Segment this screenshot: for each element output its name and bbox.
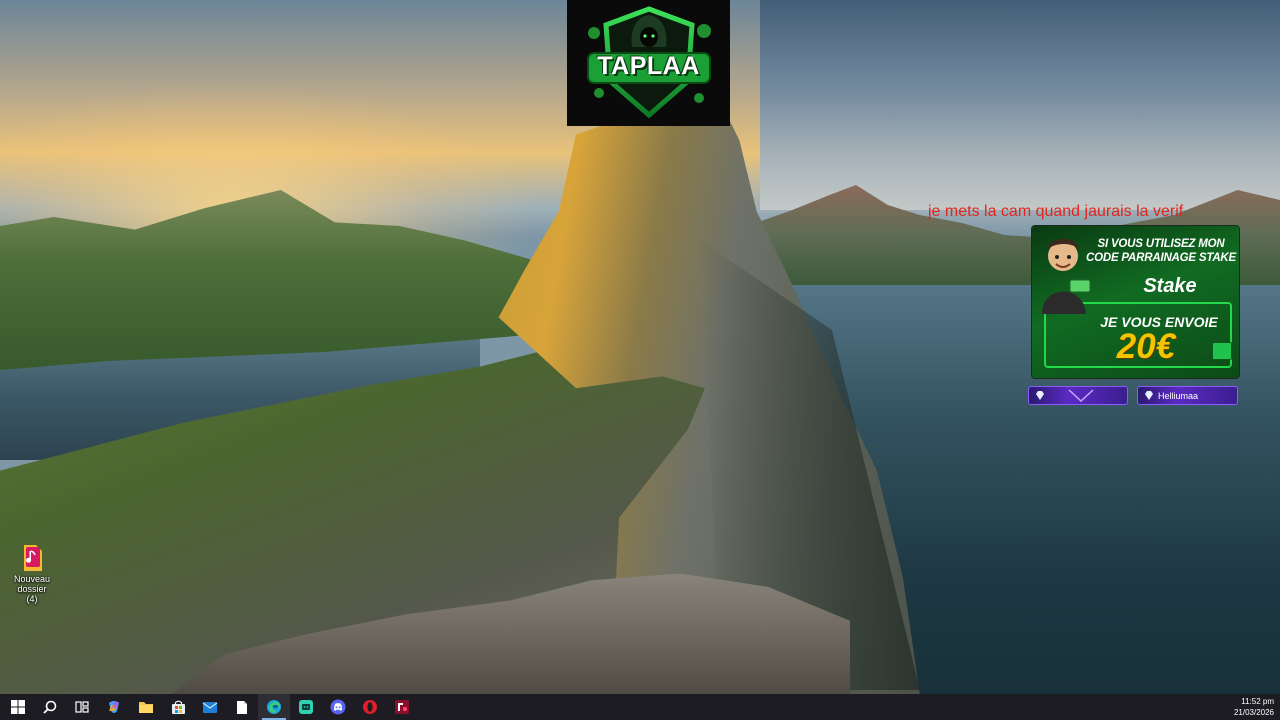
chevron-decoration-icon	[1068, 389, 1094, 402]
document-icon	[237, 700, 247, 714]
search-button[interactable]	[34, 694, 66, 720]
app-icon	[299, 700, 313, 714]
copilot-button[interactable]	[98, 694, 130, 720]
obs-icon	[395, 700, 409, 714]
edge-icon	[267, 700, 281, 714]
windows-logo-icon	[11, 700, 25, 714]
mail-button[interactable]	[194, 694, 226, 720]
edge-button[interactable]	[258, 694, 290, 720]
task-view-icon	[75, 701, 89, 713]
taskbar: 11:52 pm 21/03/2026	[0, 694, 1280, 720]
opera-button[interactable]	[354, 694, 386, 720]
opera-icon	[363, 700, 377, 714]
diamond-icon	[1036, 391, 1044, 400]
store-button[interactable]	[162, 694, 194, 720]
task-view-button[interactable]	[66, 694, 98, 720]
gem-bar-label: Helliumaa	[1158, 390, 1199, 401]
copilot-icon	[109, 701, 119, 713]
diamond-icon	[1145, 391, 1153, 400]
clock-date: 21/03/2026	[1233, 708, 1274, 717]
promo-line-2: CODE PARRAINAGE STAKE	[1086, 252, 1236, 264]
promo-amount: 20€	[1116, 327, 1176, 366]
cam-note-text: je mets la cam quand jaurais la verif	[928, 203, 1184, 220]
discord-button[interactable]	[322, 694, 354, 720]
system-clock[interactable]: 11:52 pm 21/03/2026	[1234, 696, 1274, 718]
clock-time: 11:52 pm	[1241, 697, 1274, 706]
mail-icon	[202, 702, 218, 713]
promo-line-1: SI VOUS UTILISEZ MON	[1097, 238, 1225, 250]
folder-icon	[139, 702, 153, 713]
logo-text: TAPLAA	[597, 52, 700, 80]
stake-brand: Stake	[1143, 275, 1197, 297]
discord-icon	[330, 699, 346, 715]
desktop-icon-label: Nouveau dossier	[13, 574, 51, 594]
notepad-button[interactable]	[226, 694, 258, 720]
desktop-icon-sublabel: (4)	[26, 594, 38, 604]
gem-bar-2: Helliumaa	[1137, 386, 1238, 405]
gem-bar-1	[1028, 386, 1128, 405]
file-explorer-button[interactable]	[130, 694, 162, 720]
stake-promo-banner: SI VOUS UTILISEZ MON CODE PARRAINAGE STA…	[1032, 226, 1239, 378]
desktop-icon-nouveau-dossier[interactable]: Nouveau dossier (4)	[1, 543, 63, 604]
app-green-button[interactable]	[290, 694, 322, 720]
store-icon	[171, 700, 185, 714]
taplaa-logo: TAPLAA	[567, 0, 730, 126]
music-file-icon	[24, 545, 42, 571]
search-icon	[43, 700, 57, 714]
gift-icon	[1212, 342, 1232, 360]
start-button[interactable]	[2, 694, 34, 720]
obs-button[interactable]	[386, 694, 418, 720]
sky-clouds	[760, 0, 1280, 210]
